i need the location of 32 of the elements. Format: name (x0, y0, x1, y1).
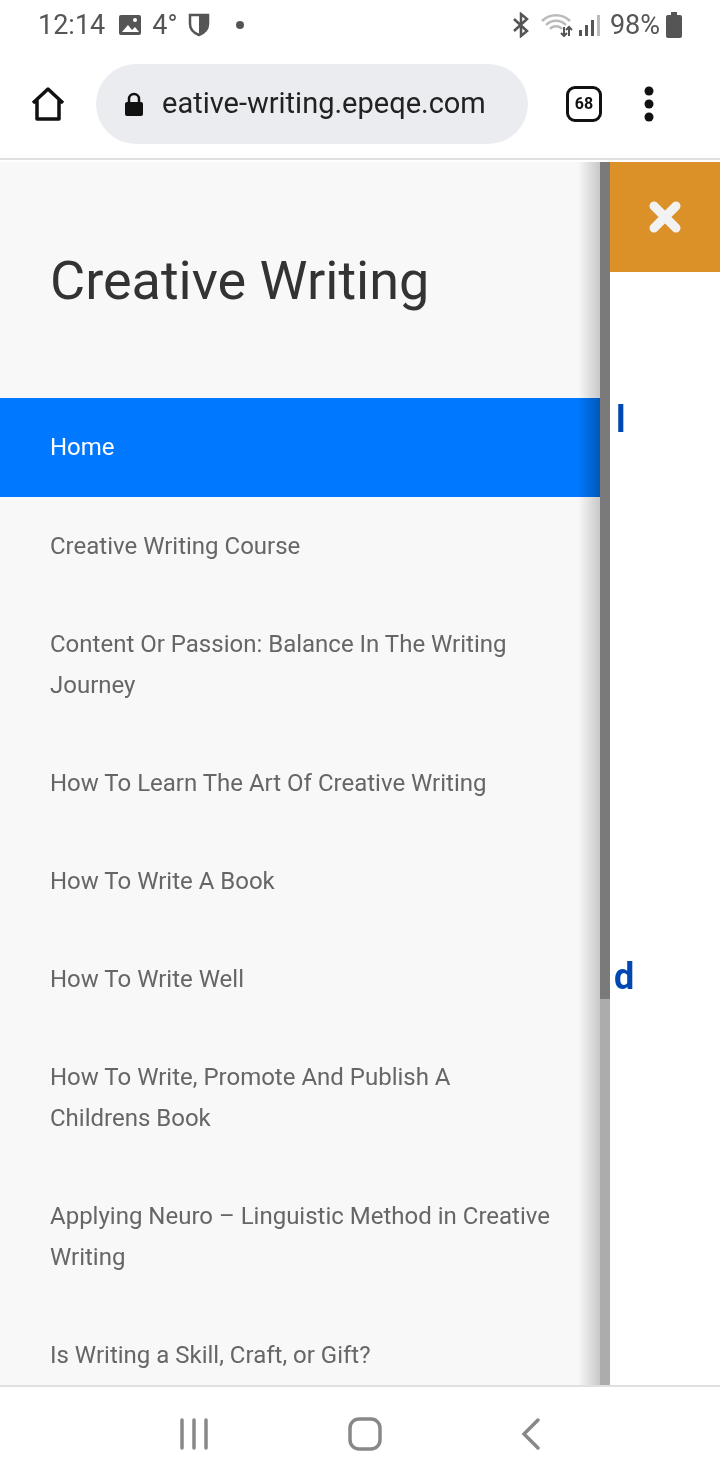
page-text-fragment: d (614, 955, 635, 999)
url-text: eative-writing.epeqe.com (162, 85, 486, 123)
home-icon[interactable] (30, 86, 66, 122)
menu-item[interactable]: Home (0, 398, 600, 497)
page-text-fragment: l (616, 398, 626, 442)
shield-icon (187, 13, 210, 37)
home-button-icon[interactable] (348, 1416, 382, 1451)
address-bar[interactable]: eative-writing.epeqe.com (96, 64, 528, 144)
menu-item[interactable]: Content Or Passion: Balance In The Writing Journey (0, 595, 600, 734)
wifi-icon (539, 13, 574, 37)
drawer-title: Creative Writing (50, 247, 430, 314)
menu-item[interactable]: Creative Writing Course (0, 497, 600, 595)
image-icon (118, 14, 143, 36)
close-button[interactable] (610, 162, 720, 272)
temperature: 4° (152, 7, 178, 43)
status-time: 12:14 (38, 7, 106, 43)
recent-apps-icon[interactable] (179, 1417, 210, 1450)
menu-item[interactable]: How To Write A Book (0, 832, 600, 930)
lock-icon (124, 92, 144, 116)
battery-icon (666, 12, 682, 38)
menu-item[interactable]: How To Write Well (0, 930, 600, 1028)
menu-item[interactable]: How To Write, Promote And Publish A Childrens Book (0, 1028, 600, 1167)
menu-item[interactable]: Applying Neuro – Linguistic Method in Creative Writing (0, 1167, 600, 1306)
signal-icon (577, 13, 602, 37)
menu-item[interactable]: How To Learn The Art Of Creative Writing (0, 734, 600, 832)
menu-item[interactable]: Is Writing a Skill, Craft, or Gift? (0, 1306, 600, 1385)
back-icon[interactable] (520, 1416, 541, 1451)
close-icon (648, 200, 682, 234)
battery-percentage: 98% (609, 7, 660, 43)
tab-count-button[interactable]: 68 (566, 86, 602, 122)
notification-dot-icon (235, 21, 244, 29)
more-menu-icon[interactable] (644, 86, 654, 122)
